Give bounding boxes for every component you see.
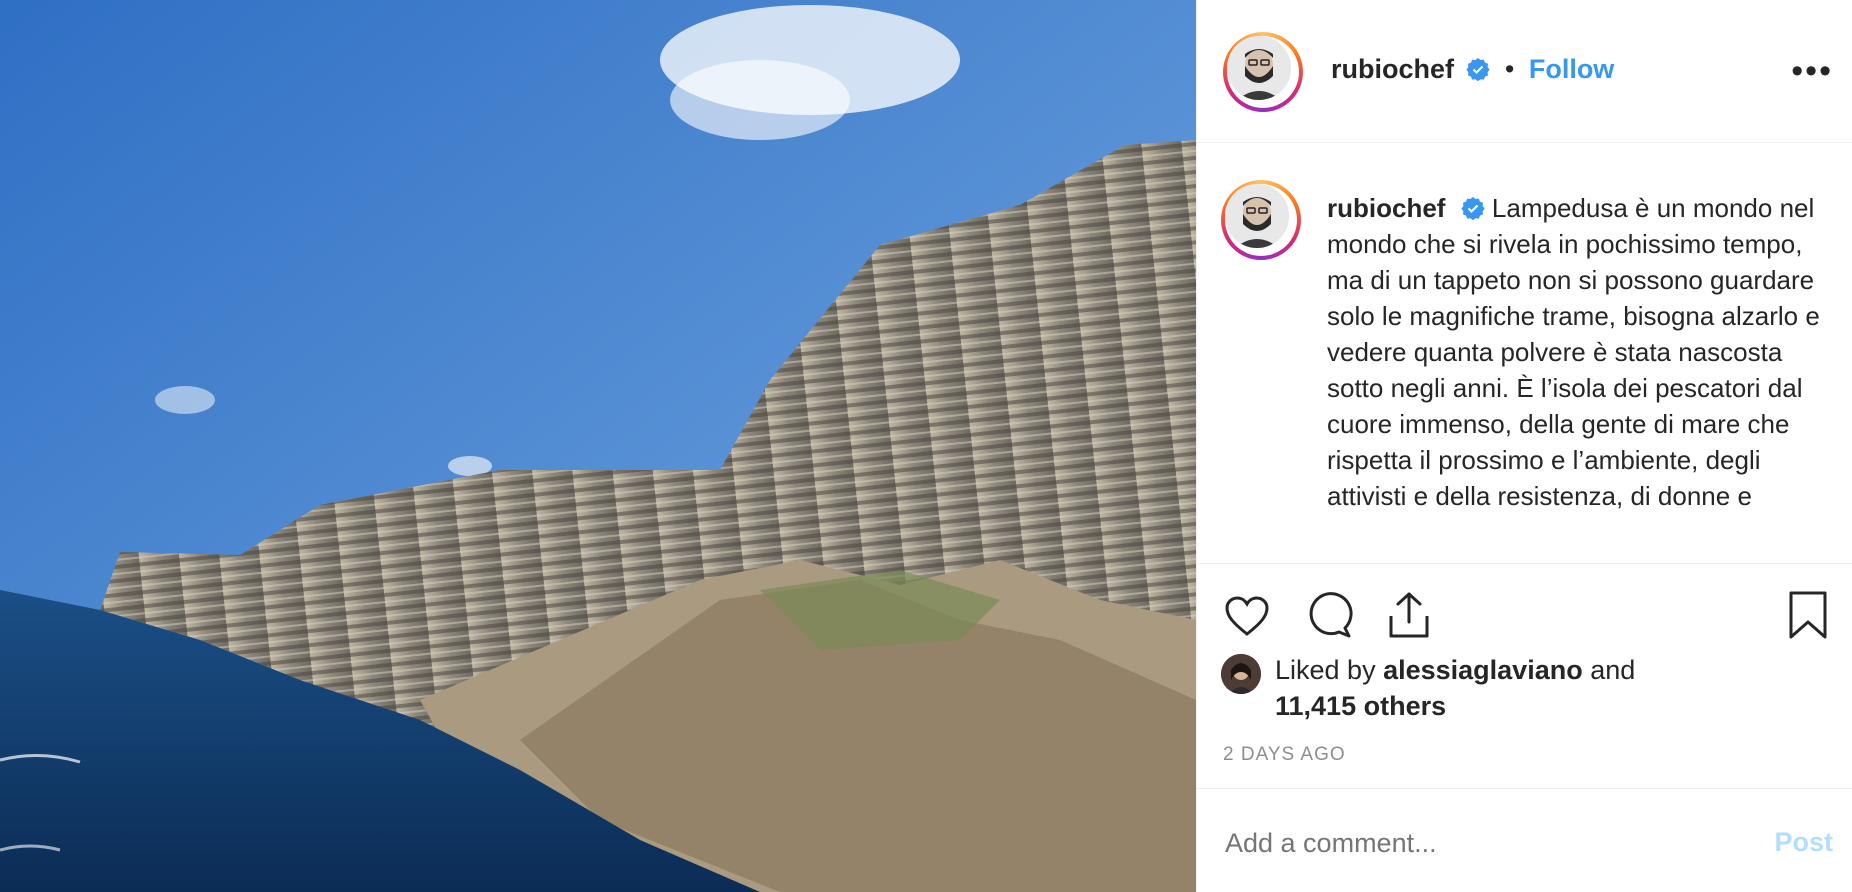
post-caption: rubiochef Lampedusa è un mondo nel mondo… bbox=[1221, 180, 1831, 564]
bookmark-icon[interactable] bbox=[1787, 590, 1829, 645]
comment-input[interactable] bbox=[1223, 827, 1707, 860]
likes-others-count[interactable]: 11,415 others bbox=[1275, 691, 1446, 721]
likes-middle: and bbox=[1582, 655, 1636, 685]
comment-bar: Post bbox=[1197, 788, 1852, 892]
author-username[interactable]: rubiochef bbox=[1331, 54, 1454, 84]
caption-text: rubiochef Lampedusa è un mondo nel mondo… bbox=[1327, 190, 1827, 514]
action-bar bbox=[1197, 563, 1852, 639]
post-side-panel: rubiochef • Follow ••• rubiochef Lampedu… bbox=[1196, 0, 1852, 892]
more-options-icon[interactable]: ••• bbox=[1791, 52, 1833, 91]
author-avatar[interactable] bbox=[1223, 32, 1303, 112]
instagram-post-view: rubiochef • Follow ••• rubiochef Lampedu… bbox=[0, 0, 1852, 892]
caption-username[interactable]: rubiochef bbox=[1327, 193, 1445, 223]
likes-text: Liked by alessiaglaviano and 11,415 othe… bbox=[1275, 652, 1795, 724]
verified-badge-icon bbox=[1461, 193, 1485, 221]
heart-icon[interactable] bbox=[1223, 592, 1271, 645]
follow-button[interactable]: Follow bbox=[1529, 54, 1614, 84]
header-separator: • bbox=[1504, 54, 1515, 84]
post-comment-button[interactable]: Post bbox=[1774, 827, 1833, 858]
caption-body: Lampedusa è un mondo nel mondo che si ri… bbox=[1327, 193, 1820, 511]
header-user-line: rubiochef • Follow bbox=[1331, 54, 1614, 85]
verified-badge-icon bbox=[1466, 57, 1491, 82]
caption-author-avatar[interactable] bbox=[1221, 180, 1301, 260]
share-icon[interactable] bbox=[1385, 590, 1433, 645]
comment-icon[interactable] bbox=[1305, 592, 1353, 645]
likes-prefix: Liked by bbox=[1275, 655, 1384, 685]
post-header: rubiochef • Follow ••• bbox=[1197, 0, 1852, 143]
post-timestamp[interactable]: 2 DAYS AGO bbox=[1223, 744, 1346, 766]
avatar-image bbox=[1225, 184, 1289, 248]
post-photo-image bbox=[0, 0, 1196, 892]
liker-avatar[interactable] bbox=[1221, 654, 1261, 694]
post-photo[interactable] bbox=[0, 0, 1196, 892]
liker-username[interactable]: alessiaglaviano bbox=[1383, 655, 1583, 685]
avatar-image bbox=[1227, 36, 1291, 100]
